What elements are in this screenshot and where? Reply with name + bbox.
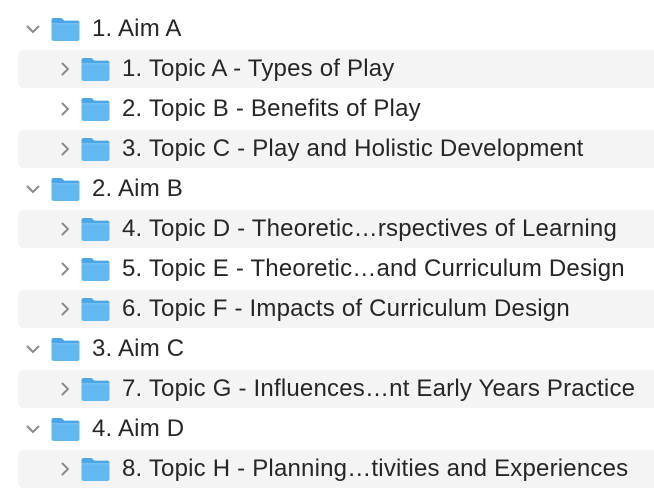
folder-icon — [80, 377, 111, 402]
topic-row[interactable]: 7. Topic G - Influences…nt Early Years P… — [0, 369, 654, 409]
folder-name: 2. Topic B - Benefits of Play — [122, 95, 421, 122]
topic-row[interactable]: 8. Topic H - Planning…tivities and Exper… — [0, 449, 654, 489]
folder-name: 3. Aim C — [92, 335, 185, 362]
aim-row[interactable]: 2. Aim B — [0, 169, 654, 209]
folder-name: 1. Aim A — [92, 15, 182, 42]
finder-list-view: { "tree": [ { "label": "1. Aim A", "leve… — [0, 0, 654, 490]
folder-icon — [80, 297, 111, 322]
topic-row[interactable]: 4. Topic D - Theoretic…rspectives of Lea… — [0, 209, 654, 249]
aim-row[interactable]: 1. Aim A — [0, 9, 654, 49]
chevron-down-icon[interactable] — [24, 340, 42, 358]
chevron-right-icon[interactable] — [56, 460, 74, 478]
folder-name: 1. Topic A - Types of Play — [122, 55, 395, 82]
folder-name: 8. Topic H - Planning…tivities and Exper… — [122, 455, 629, 482]
chevron-right-icon[interactable] — [56, 380, 74, 398]
folder-icon — [50, 177, 81, 202]
aim-row[interactable]: 4. Aim D — [0, 409, 654, 449]
folder-icon — [50, 337, 81, 362]
topic-row[interactable]: 1. Topic A - Types of Play — [0, 49, 654, 89]
folder-icon — [50, 17, 81, 42]
folder-icon — [80, 257, 111, 282]
chevron-down-icon[interactable] — [24, 420, 42, 438]
folder-name: 3. Topic C - Play and Holistic Developme… — [122, 135, 584, 162]
chevron-down-icon[interactable] — [24, 20, 42, 38]
topic-row[interactable]: 5. Topic E - Theoretic…and Curriculum De… — [0, 249, 654, 289]
chevron-right-icon[interactable] — [56, 60, 74, 78]
folder-icon — [80, 57, 111, 82]
folder-icon — [80, 97, 111, 122]
chevron-right-icon[interactable] — [56, 140, 74, 158]
folder-name: 2. Aim B — [92, 175, 183, 202]
chevron-right-icon[interactable] — [56, 300, 74, 318]
folder-name: 6. Topic F - Impacts of Curriculum Desig… — [122, 295, 570, 322]
folder-name: 4. Topic D - Theoretic…rspectives of Lea… — [122, 215, 618, 242]
chevron-right-icon[interactable] — [56, 260, 74, 278]
chevron-right-icon[interactable] — [56, 100, 74, 118]
folder-tree: 1. Aim A 1. Topic A - Types of Play 2. T… — [0, 9, 654, 489]
chevron-down-icon[interactable] — [24, 180, 42, 198]
folder-icon — [80, 137, 111, 162]
aim-row[interactable]: 3. Aim C — [0, 329, 654, 369]
topic-row[interactable]: 3. Topic C - Play and Holistic Developme… — [0, 129, 654, 169]
folder-name: 7. Topic G - Influences…nt Early Years P… — [122, 375, 636, 402]
folder-name: 5. Topic E - Theoretic…and Curriculum De… — [122, 255, 625, 282]
folder-icon — [80, 457, 111, 482]
chevron-right-icon[interactable] — [56, 220, 74, 238]
folder-name: 4. Aim D — [92, 415, 185, 442]
topic-row[interactable]: 2. Topic B - Benefits of Play — [0, 89, 654, 129]
folder-icon — [80, 217, 111, 242]
folder-icon — [50, 417, 81, 442]
topic-row[interactable]: 6. Topic F - Impacts of Curriculum Desig… — [0, 289, 654, 329]
